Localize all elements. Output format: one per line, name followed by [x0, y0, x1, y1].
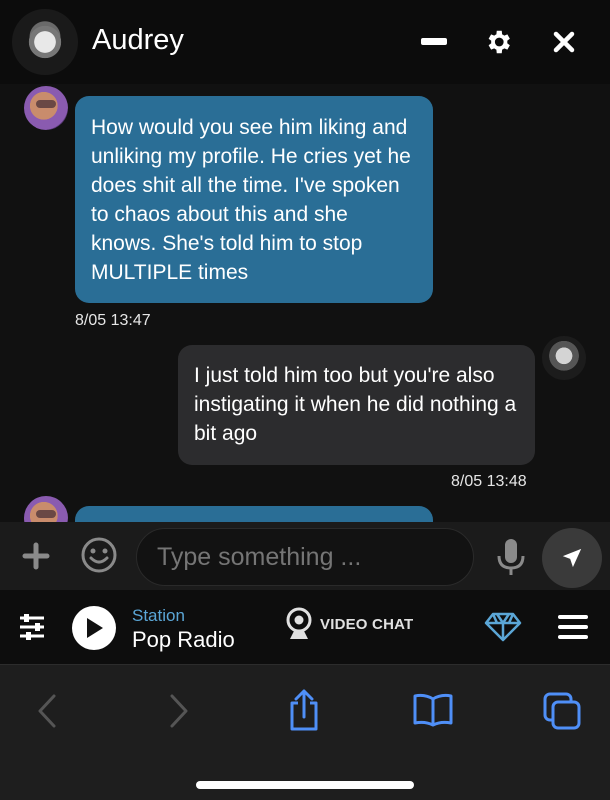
play-icon: [87, 618, 103, 638]
contact-avatar-small: [24, 496, 68, 522]
settings-button[interactable]: [478, 22, 518, 62]
browser-toolbar: [0, 664, 610, 800]
tabs-icon[interactable]: [542, 691, 582, 731]
diamond-icon[interactable]: [484, 612, 522, 642]
chat-header: Audrey: [0, 0, 610, 84]
message-timestamp: 8/05 13:48: [451, 473, 527, 490]
close-button[interactable]: [544, 22, 584, 62]
station-name[interactable]: Pop Radio: [132, 627, 235, 653]
bookmarks-icon[interactable]: [412, 693, 454, 727]
emoji-icon[interactable]: [80, 536, 118, 574]
menu-icon[interactable]: [558, 614, 588, 640]
message-text: I just told him too but you're also inst…: [194, 364, 517, 445]
share-icon[interactable]: [286, 689, 322, 731]
contact-avatar-small: [24, 86, 68, 130]
message-timestamp: 8/05 13:47: [75, 312, 151, 329]
gear-icon: [488, 30, 510, 54]
message-composer: [0, 522, 610, 590]
minus-icon: [421, 38, 447, 45]
incoming-message[interactable]: How would you see him liking and unlikin…: [75, 96, 433, 303]
radio-player-bar: Station Pop Radio VIDEO CHAT: [0, 590, 610, 664]
webcam-icon: [286, 607, 312, 639]
play-button[interactable]: [72, 606, 116, 650]
microphone-icon[interactable]: [496, 538, 526, 576]
plus-icon[interactable]: [20, 540, 52, 572]
message-list[interactable]: How would you see him liking and unlikin…: [0, 84, 610, 522]
minimize-button[interactable]: [414, 22, 454, 62]
message-text: How would you see him liking and unlikin…: [91, 116, 411, 284]
send-button[interactable]: [542, 528, 602, 588]
send-icon: [562, 548, 582, 568]
outgoing-message[interactable]: I just told him too but you're also inst…: [178, 345, 535, 465]
my-avatar-small: [542, 336, 586, 380]
station-label: Station: [132, 606, 185, 625]
contact-avatar[interactable]: [12, 9, 78, 75]
video-chat-button[interactable]: VIDEO CHAT: [286, 607, 413, 641]
video-chat-label: VIDEO CHAT: [320, 615, 414, 633]
incoming-message[interactable]: [75, 506, 433, 522]
back-icon[interactable]: [36, 693, 58, 729]
home-indicator[interactable]: [196, 781, 414, 789]
forward-icon[interactable]: [168, 693, 190, 729]
equalizer-icon[interactable]: [18, 614, 46, 640]
message-input[interactable]: [136, 528, 474, 586]
contact-name[interactable]: Audrey: [92, 24, 184, 57]
close-icon: [553, 31, 575, 53]
